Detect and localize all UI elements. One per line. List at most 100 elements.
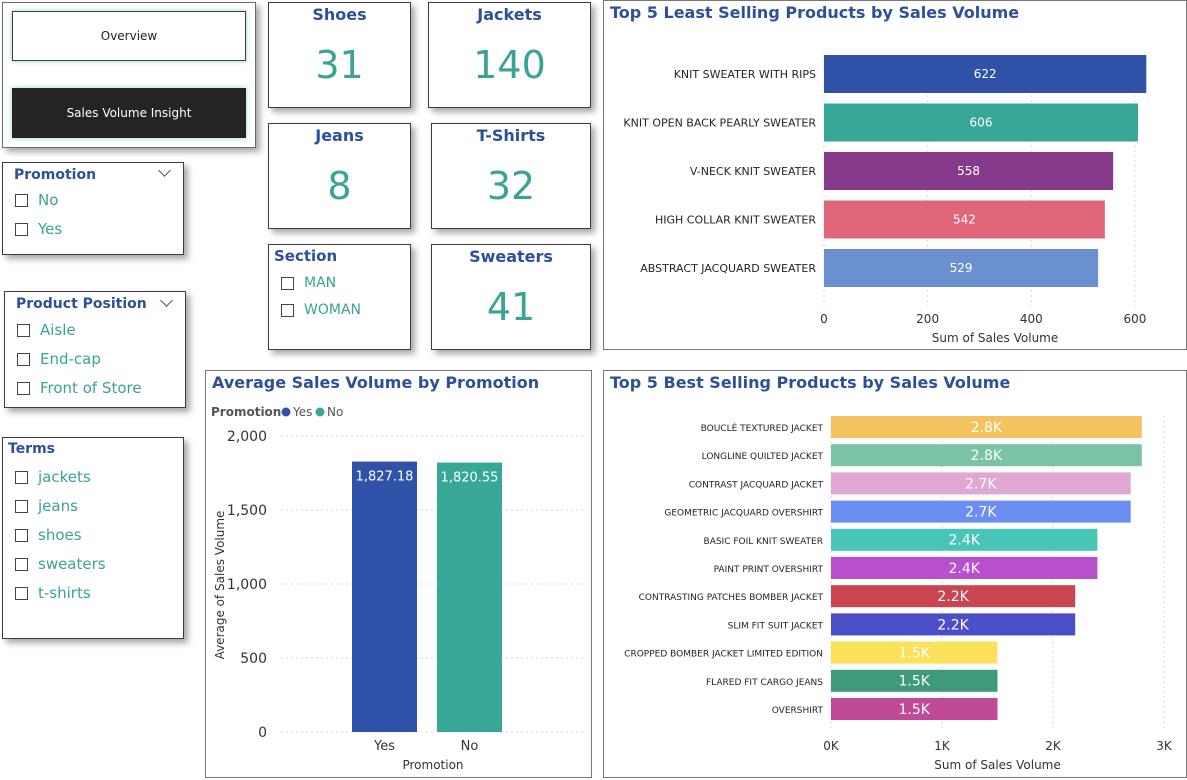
data-label: 2.2K [937,617,969,633]
terms-slicer-title: Terms [8,441,56,457]
overview-button[interactable]: Overview [12,11,246,61]
x-axis-label: Promotion [402,758,463,772]
terms-option-sweaters[interactable]: sweaters [15,555,106,573]
legend-label: No [327,405,343,419]
checkbox[interactable] [281,276,294,290]
x-tick-label: Yes [373,739,395,754]
product-position-slicer-title: Product Position [16,296,147,312]
option-label: t-shirts [38,584,91,602]
chevron-down-icon[interactable] [158,164,171,177]
card-tshirts-label: T-Shirts [476,126,546,145]
checkbox[interactable] [15,193,28,207]
chevron-down-icon[interactable] [160,294,173,307]
option-label: Yes [38,220,63,238]
position-option-end-cap[interactable]: End-cap [17,350,101,368]
data-label: 622 [974,67,997,81]
section-slicer: Section MAN WOMAN [268,244,411,350]
card-sweaters-label: Sweaters [469,247,553,266]
checkbox[interactable] [15,557,28,571]
product-position-slicer: Product Position Aisle End-cap Front of … [4,291,186,408]
nav-panel: Overview Sales Volume Insight [2,2,256,148]
category-label: KNIT OPEN BACK PEARLY SWEATER [623,117,816,130]
checkbox[interactable] [281,303,294,317]
option-label: Aisle [40,321,76,339]
avg-by-promotion-chart-panel: Average Sales Volume by Promotion 0 500 1,… [205,370,592,778]
legend-title: Promotion [211,405,281,419]
terms-option-t-shirts[interactable]: t-shirts [15,584,91,602]
y-tick-label: 1,500 [227,503,267,519]
best-selling-chart-panel: Top 5 Best Selling Products by Sales Vol… [603,370,1187,778]
legend-marker [315,407,325,417]
y-axis-label: Average of Sales Volume [213,511,227,660]
category-label: PAINT PRINT OVERSHIRT [714,565,824,575]
option-label: jackets [38,468,91,486]
x-tick-label: 600 [1123,312,1146,326]
checkbox[interactable] [15,586,28,600]
x-tick-label: 0 [820,312,828,326]
x-tick-label: 200 [916,312,939,326]
category-label: V-NECK KNIT SWEATER [690,165,816,178]
card-jackets-label: Jackets [477,5,542,24]
data-label: 2.7K [965,505,997,521]
card-jackets: Jackets 140 [428,2,591,108]
category-label: GEOMETRIC JACQUARD OVERSHIRT [664,509,823,519]
best-selling-chart: 0K 1K 2K 3K BOUCLÉ TEXTURED JACKET 2.8K LONGLI… [624,416,1173,772]
x-tick-label: 0K [823,739,840,753]
section-option-man[interactable]: MAN [281,275,336,291]
card-tshirts-value: 32 [486,164,536,208]
card-shoes-value: 31 [315,43,364,87]
x-axis-label: Sum of Sales Volume [934,758,1061,772]
category-label: KNIT SWEATER WITH RIPS [674,68,816,81]
option-label: sweaters [38,555,106,573]
x-tick-label: 400 [1020,312,1043,326]
promotion-slicer: Promotion No Yes [2,162,184,255]
data-label: 2.8K [971,420,1003,436]
checkbox[interactable] [15,499,28,513]
card-shoes: Shoes 31 [268,2,411,108]
terms-slicer: Terms jackets jeans shoes sweaters t-shi… [2,437,184,639]
card-sweaters: Sweaters 41 [431,244,591,350]
category-label: CONTRAST JACQUARD JACKET [689,480,824,490]
option-label: Front of Store [40,379,142,397]
checkbox[interactable] [15,222,28,236]
category-label: SLIM FIT SUIT JACKET [728,621,824,631]
data-label: 2.4K [948,533,980,549]
promotion-option-yes[interactable]: Yes [15,220,62,238]
category-label: BASIC FOIL KNIT SWEATER [704,537,823,547]
legend-label: Yes [292,405,312,419]
data-label: 1.5K [899,702,931,718]
card-jeans-label: Jeans [315,126,364,145]
avg-by-promotion-chart: 0 500 1,000 1,500 2,000 1,827.18 Yes 1,820.55 No… [211,405,584,772]
data-label: 2.7K [965,476,997,492]
least-selling-chart-panel: Top 5 Least Selling Products by Sales Vo… [603,0,1187,350]
card-tshirts: T-Shirts 32 [431,123,591,229]
data-label: 2.2K [937,589,969,605]
data-label: 2.8K [971,448,1003,464]
terms-option-shoes[interactable]: shoes [15,526,82,544]
sales-volume-insight-button[interactable]: Sales Volume Insight [12,88,246,138]
bar [352,461,417,732]
checkbox[interactable] [17,381,30,395]
data-label: 606 [970,116,993,130]
category-label: CROPPED BOMBER JACKET LIMITED EDITION [624,650,823,660]
card-jeans: Jeans 8 [268,123,411,229]
x-axis-label: Sum of Sales Volume [932,331,1059,345]
y-tick-label: 500 [240,651,267,667]
card-sweaters-value: 41 [486,285,536,329]
position-option-aisle[interactable]: Aisle [17,321,76,339]
category-label: LONGLINE QUILTED JACKET [702,452,824,462]
terms-option-jackets[interactable]: jackets [15,468,91,486]
x-tick-label: No [461,739,479,754]
checkbox[interactable] [15,528,28,542]
checkbox[interactable] [17,323,30,337]
category-label: OVERSHIRT [772,706,824,716]
promotion-option-no[interactable]: No [15,191,58,209]
checkbox[interactable] [15,470,28,484]
section-option-woman[interactable]: WOMAN [281,302,361,318]
position-option-front-of-store[interactable]: Front of Store [17,379,142,397]
terms-option-jeans[interactable]: jeans [15,497,78,515]
x-tick-label: 1K [934,739,951,753]
checkbox[interactable] [17,352,30,366]
category-label: BOUCLÉ TEXTURED JACKET [701,422,824,434]
legend-marker [281,407,291,417]
